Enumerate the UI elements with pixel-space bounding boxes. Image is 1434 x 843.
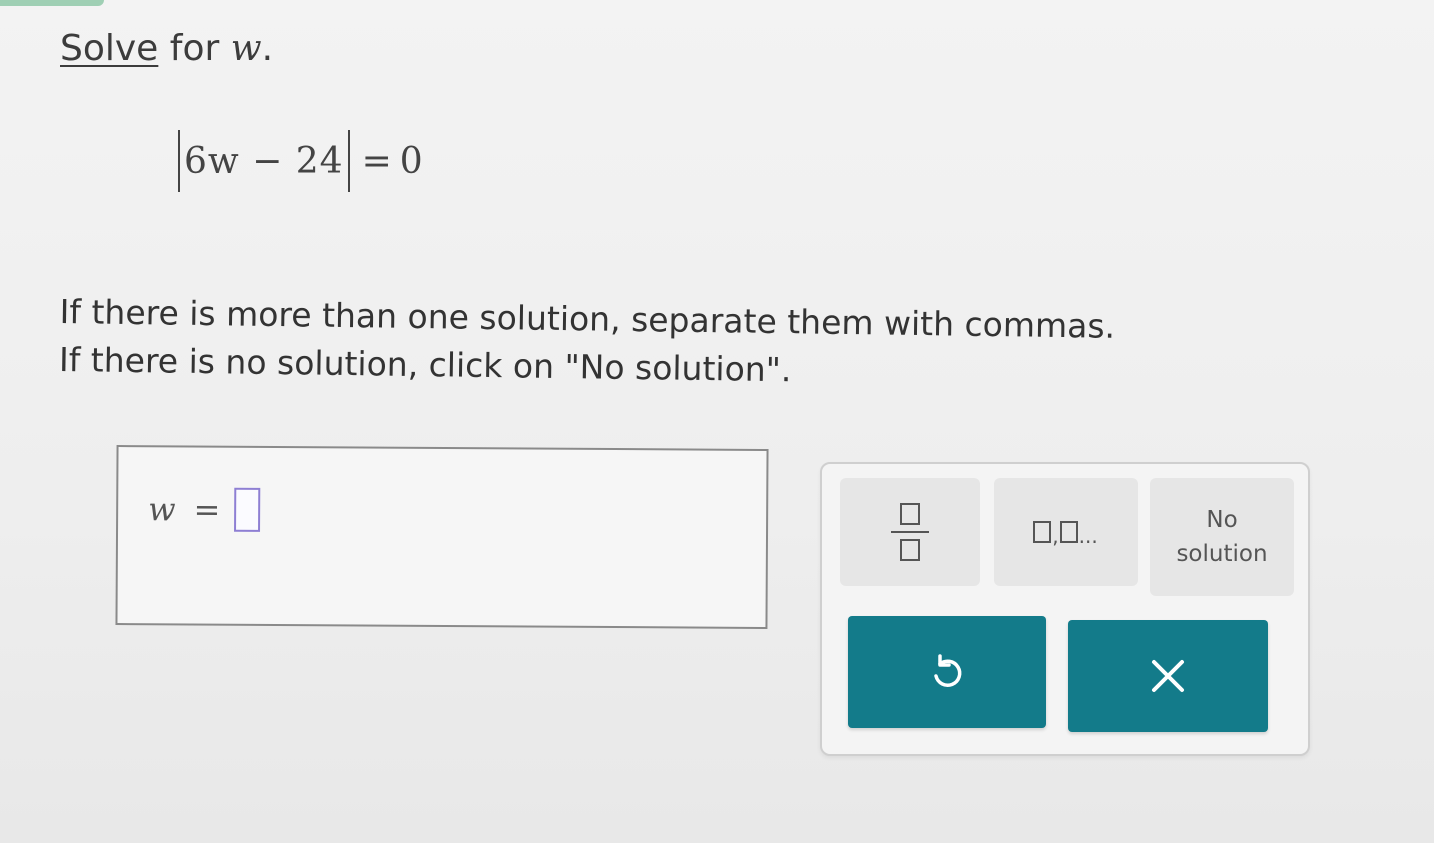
undo-button[interactable] xyxy=(848,616,1046,728)
equation: 6w − 24 = 0 xyxy=(174,130,423,192)
list-icon: , ... xyxy=(1033,521,1098,548)
no-solution-button[interactable]: No solution xyxy=(1150,478,1294,596)
answer-area[interactable]: w = xyxy=(115,445,769,629)
solve-link[interactable]: Solve xyxy=(60,28,158,69)
list-comma: , xyxy=(1052,524,1059,548)
undo-icon xyxy=(934,654,962,687)
question-prompt: Solve for w. xyxy=(60,28,273,69)
fraction-icon xyxy=(891,503,929,561)
prompt-period: . xyxy=(261,28,274,69)
math-keypad: , ... No solution xyxy=(820,462,1310,756)
list-button[interactable]: , ... xyxy=(994,478,1138,586)
top-tab-indicator xyxy=(0,0,104,6)
equation-rhs: 0 xyxy=(399,140,423,182)
prompt-variable: w xyxy=(230,28,262,69)
abs-bar-right xyxy=(347,130,350,192)
clear-button[interactable] xyxy=(1068,620,1268,732)
answer-input[interactable] xyxy=(234,487,261,532)
list-ellipsis: ... xyxy=(1078,524,1098,548)
answer-row: w = xyxy=(148,487,261,532)
abs-bar-left xyxy=(178,130,180,192)
close-icon xyxy=(1152,660,1184,692)
no-solution-label-1: No xyxy=(1206,507,1238,533)
fraction-button[interactable] xyxy=(840,478,980,586)
prompt-for-text: for xyxy=(169,28,220,69)
no-solution-label-2: solution xyxy=(1176,541,1268,567)
instructions: If there is more than one solution, sepa… xyxy=(59,288,1116,399)
answer-variable: w xyxy=(148,490,176,529)
equation-equals: = xyxy=(361,140,392,182)
equation-expression: 6w − 24 xyxy=(184,140,344,182)
answer-equals: = xyxy=(193,490,221,529)
